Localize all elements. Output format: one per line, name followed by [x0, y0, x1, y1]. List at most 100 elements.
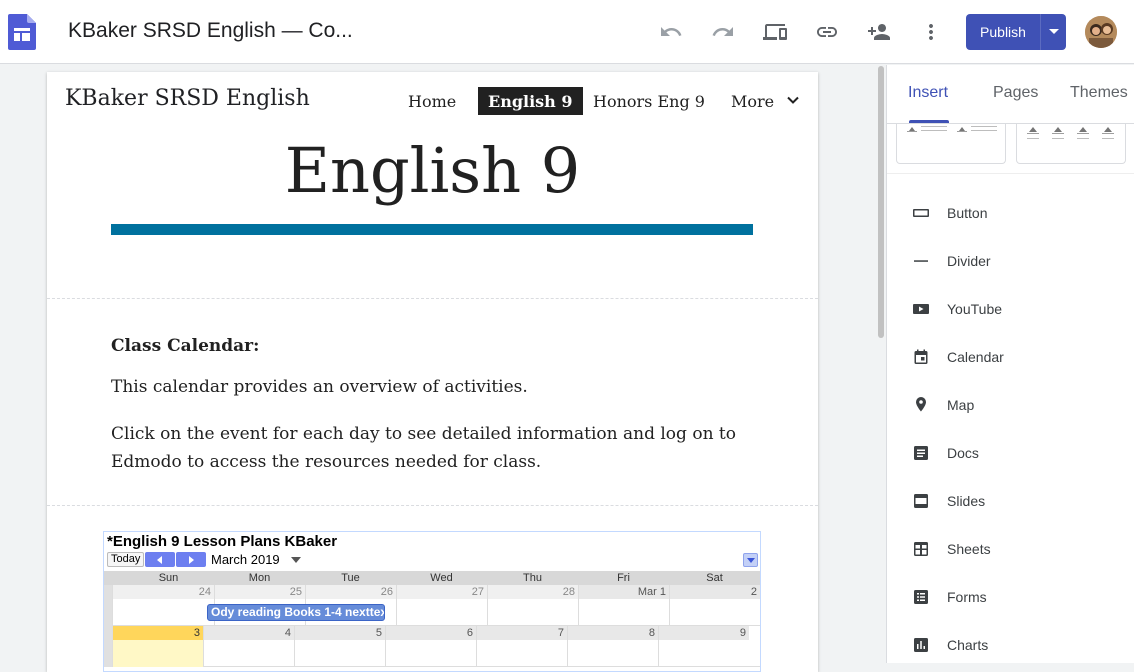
- week-gutter: [104, 626, 112, 667]
- sheets-icon: [911, 539, 931, 559]
- chevron-down-icon[interactable]: [785, 92, 801, 108]
- insert-item-label: Map: [947, 397, 975, 413]
- insert-slides-item[interactable]: Slides: [887, 477, 1134, 525]
- insert-button-item[interactable]: Button: [887, 189, 1134, 237]
- calendar-menu-icon[interactable]: [743, 553, 758, 567]
- insert-divider-item[interactable]: Divider: [887, 237, 1134, 285]
- calendar-day[interactable]: 9: [658, 626, 749, 667]
- calendar-day[interactable]: 7: [476, 626, 567, 667]
- calendar-week: 3 4 5 6 7 8 9: [104, 626, 760, 667]
- docs-icon: [911, 443, 931, 463]
- nav-item-english-9[interactable]: English 9: [478, 87, 583, 115]
- calendar-day[interactable]: 6: [385, 626, 476, 667]
- day-number: 28: [562, 586, 575, 598]
- insert-docs-item[interactable]: Docs: [887, 429, 1134, 477]
- site-page[interactable]: KBaker SRSD English Home English 9 Honor…: [47, 72, 818, 672]
- day-number: 8: [648, 627, 655, 639]
- calendar-month[interactable]: March 2019: [211, 552, 280, 567]
- arrow-right-icon: [189, 555, 194, 564]
- calendar-day[interactable]: 24: [112, 585, 214, 626]
- site-title[interactable]: KBaker SRSD English: [65, 86, 310, 111]
- weekday-label: Mon: [248, 572, 271, 584]
- weekday-label: Tue: [341, 572, 360, 584]
- insert-youtube-item[interactable]: YouTube: [887, 285, 1134, 333]
- insert-item-label: Divider: [947, 253, 991, 269]
- calendar-day-today[interactable]: 3: [112, 626, 203, 667]
- calendar-day[interactable]: 27: [396, 585, 487, 626]
- today-button[interactable]: Today: [107, 552, 145, 567]
- sites-logo-icon[interactable]: [8, 14, 36, 50]
- text-heading[interactable]: Class Calendar:: [111, 336, 259, 356]
- next-month-button[interactable]: [176, 552, 206, 567]
- scrollbar-thumb[interactable]: [878, 66, 884, 338]
- calendar-icon: [911, 347, 931, 367]
- calendar-day[interactable]: 4: [203, 626, 294, 667]
- calendar-event[interactable]: Ody reading Books 1-4 nexttext: [207, 604, 385, 621]
- calendar-title: *English 9 Lesson Plans KBaker: [107, 533, 338, 550]
- undo-icon[interactable]: [659, 20, 683, 44]
- text-paragraph[interactable]: This calendar provides an overview of ac…: [111, 377, 528, 397]
- charts-icon: [911, 635, 931, 655]
- day-number: 7: [557, 627, 564, 639]
- insert-charts-item[interactable]: Charts: [887, 621, 1134, 669]
- day-number: 24: [198, 586, 211, 598]
- publish-dropdown-icon[interactable]: [1041, 14, 1066, 50]
- nav-item-home[interactable]: Home: [398, 87, 466, 115]
- page-title[interactable]: English 9: [47, 134, 818, 207]
- divider-icon: [911, 251, 931, 271]
- day-number: 9: [739, 627, 746, 639]
- month-dropdown-icon[interactable]: [291, 557, 301, 563]
- insert-sheets-item[interactable]: Sheets: [887, 525, 1134, 573]
- insert-map-item[interactable]: Map: [887, 381, 1134, 429]
- day-number: 26: [380, 586, 393, 598]
- day-number: 2: [750, 586, 757, 598]
- weekday-label: Thu: [523, 572, 542, 584]
- panel-divider: [887, 173, 1134, 174]
- calendar-day[interactable]: 28: [487, 585, 578, 626]
- add-person-icon[interactable]: [867, 20, 891, 44]
- link-icon[interactable]: [815, 20, 839, 44]
- nav-item-more[interactable]: More: [721, 87, 784, 115]
- forms-icon: [911, 587, 931, 607]
- insert-item-label: Docs: [947, 445, 979, 461]
- layout-thumbnail-icon: [907, 126, 997, 132]
- preview-devices-icon[interactable]: [763, 20, 787, 44]
- publish-label[interactable]: Publish: [966, 14, 1040, 50]
- nav-item-honors-eng-9[interactable]: Honors Eng 9: [583, 87, 715, 115]
- layout-option[interactable]: [896, 124, 1006, 164]
- calendar-day[interactable]: 2: [669, 585, 760, 626]
- text-paragraph[interactable]: Click on the event for each day to see d…: [111, 420, 761, 476]
- tab-themes[interactable]: Themes: [1070, 84, 1128, 102]
- map-pin-icon: [911, 395, 931, 415]
- tab-insert[interactable]: Insert: [908, 84, 948, 102]
- arrow-left-icon: [157, 555, 162, 564]
- calendar-day[interactable]: 5: [294, 626, 385, 667]
- layout-option[interactable]: [1016, 124, 1126, 164]
- button-icon: [911, 203, 931, 223]
- insert-item-label: Calendar: [947, 349, 1004, 365]
- insert-item-label: YouTube: [947, 301, 1003, 317]
- publish-button[interactable]: Publish: [966, 14, 1066, 50]
- tab-pages[interactable]: Pages: [993, 84, 1038, 102]
- weekday-label: Wed: [430, 572, 453, 584]
- calendar-day[interactable]: 8: [567, 626, 658, 667]
- weekday-label: Fri: [617, 572, 630, 584]
- week-gutter: [104, 585, 112, 626]
- section-divider: [47, 505, 818, 506]
- day-number: 5: [375, 627, 382, 639]
- more-vert-icon[interactable]: [919, 20, 943, 44]
- insert-forms-item[interactable]: Forms: [887, 573, 1134, 621]
- slides-icon: [911, 491, 931, 511]
- day-number: 3: [193, 627, 200, 639]
- document-title[interactable]: KBaker SRSD English — Co...: [68, 19, 353, 43]
- redo-icon[interactable]: [711, 20, 735, 44]
- avatar[interactable]: [1085, 16, 1117, 48]
- calendar-day[interactable]: Mar 1: [578, 585, 669, 626]
- insert-calendar-item[interactable]: Calendar: [887, 333, 1134, 381]
- day-number: 27: [471, 586, 484, 598]
- calendar-embed[interactable]: *English 9 Lesson Plans KBaker Today Mar…: [103, 531, 761, 672]
- weekday-header: Sun Mon Tue Wed Thu Fri Sat: [104, 571, 760, 585]
- prev-month-button[interactable]: [145, 552, 175, 567]
- insert-panel: Insert Pages Themes Button Divider YouTu…: [886, 65, 1134, 663]
- weekday-label: Sun: [158, 572, 179, 584]
